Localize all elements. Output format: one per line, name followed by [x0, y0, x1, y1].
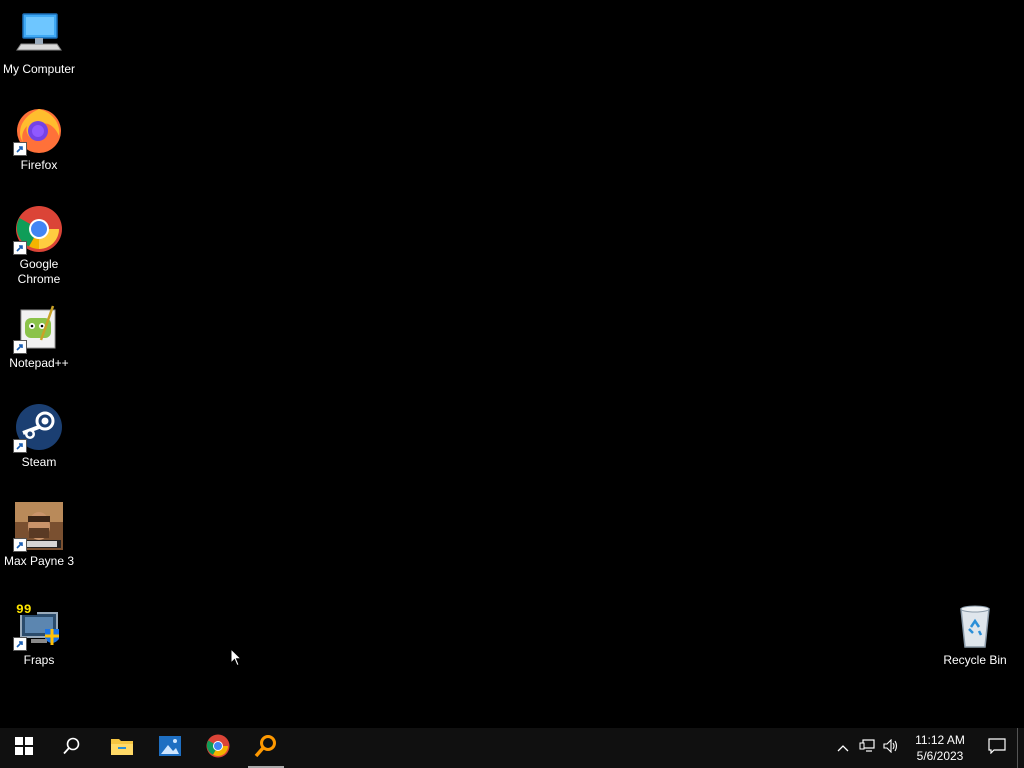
desktop-icon-label: Recycle Bin: [943, 653, 1007, 667]
taskbar-google-chrome[interactable]: [194, 728, 242, 768]
start-button[interactable]: [0, 728, 48, 768]
computer-icon: [15, 10, 63, 58]
taskbar-photos[interactable]: [146, 728, 194, 768]
taskbar-file-explorer[interactable]: [98, 728, 146, 768]
desktop-icon-label: Max Payne 3: [3, 554, 75, 568]
taskbar-magnifier-app[interactable]: [242, 728, 290, 768]
notepad-plus-plus-icon: [13, 304, 63, 354]
volume-icon: [883, 738, 899, 758]
recycle-bin-icon: [951, 601, 999, 649]
desktop: My Computer Firefox Google Chrome Notepa…: [0, 0, 1024, 728]
search-icon: [63, 737, 81, 760]
notification-icon: [988, 737, 1006, 759]
clock-date: 5/6/2023: [916, 749, 964, 763]
network-button[interactable]: [855, 728, 879, 768]
file-explorer-icon: [110, 736, 134, 761]
shortcut-arrow-icon: [13, 241, 27, 255]
windows-start-icon: [15, 736, 33, 760]
desktop-icon-recycle-bin[interactable]: Recycle Bin: [937, 601, 1013, 668]
show-desktop-button[interactable]: [1017, 728, 1024, 768]
chevron-up-icon: [837, 739, 849, 757]
shortcut-arrow-icon: [13, 538, 27, 552]
max-payne-3-icon: [13, 502, 63, 552]
firefox-icon: [13, 106, 63, 156]
shortcut-arrow-icon: [13, 142, 27, 156]
mouse-cursor-icon: [230, 647, 243, 672]
desktop-icon-steam[interactable]: Steam: [1, 403, 77, 470]
shortcut-arrow-icon: [13, 637, 27, 651]
desktop-icon-label: Firefox: [20, 158, 58, 172]
desktop-icon-label: Google Chrome: [17, 257, 61, 286]
desktop-icon-label: Notepad++: [9, 356, 69, 370]
taskbar: 11:12 AM 5/6/2023: [0, 728, 1024, 768]
photos-icon: [158, 735, 182, 762]
desktop-icon-fraps[interactable]: 99 Fraps: [1, 601, 77, 668]
desktop-icon-firefox[interactable]: Firefox: [1, 106, 77, 173]
shortcut-arrow-icon: [13, 340, 27, 354]
network-icon: [859, 738, 875, 758]
action-center-button[interactable]: [977, 728, 1017, 768]
taskbar-clock[interactable]: 11:12 AM 5/6/2023: [907, 732, 973, 764]
search-button[interactable]: [48, 728, 96, 768]
system-tray: 11:12 AM 5/6/2023: [831, 728, 1024, 768]
desktop-icon-label: My Computer: [2, 62, 76, 76]
chrome-icon: [206, 734, 230, 763]
volume-button[interactable]: [879, 728, 903, 768]
fraps-icon: 99: [13, 601, 63, 651]
shortcut-arrow-icon: [13, 439, 27, 453]
steam-icon: [13, 403, 63, 453]
desktop-icon-max-payne-3[interactable]: Max Payne 3: [1, 502, 77, 569]
desktop-icon-google-chrome[interactable]: Google Chrome: [1, 205, 77, 287]
clock-time: 11:12 AM: [915, 733, 965, 747]
desktop-icon-label: Fraps: [23, 653, 55, 667]
chrome-icon: [13, 205, 63, 255]
show-hidden-icons-button[interactable]: [831, 728, 855, 768]
magnifier-icon: [254, 734, 278, 763]
svg-text:99: 99: [16, 602, 32, 617]
desktop-icon-notepad-plus-plus[interactable]: Notepad++: [1, 304, 77, 371]
desktop-icon-my-computer[interactable]: My Computer: [1, 10, 77, 77]
desktop-icon-label: Steam: [21, 455, 57, 469]
